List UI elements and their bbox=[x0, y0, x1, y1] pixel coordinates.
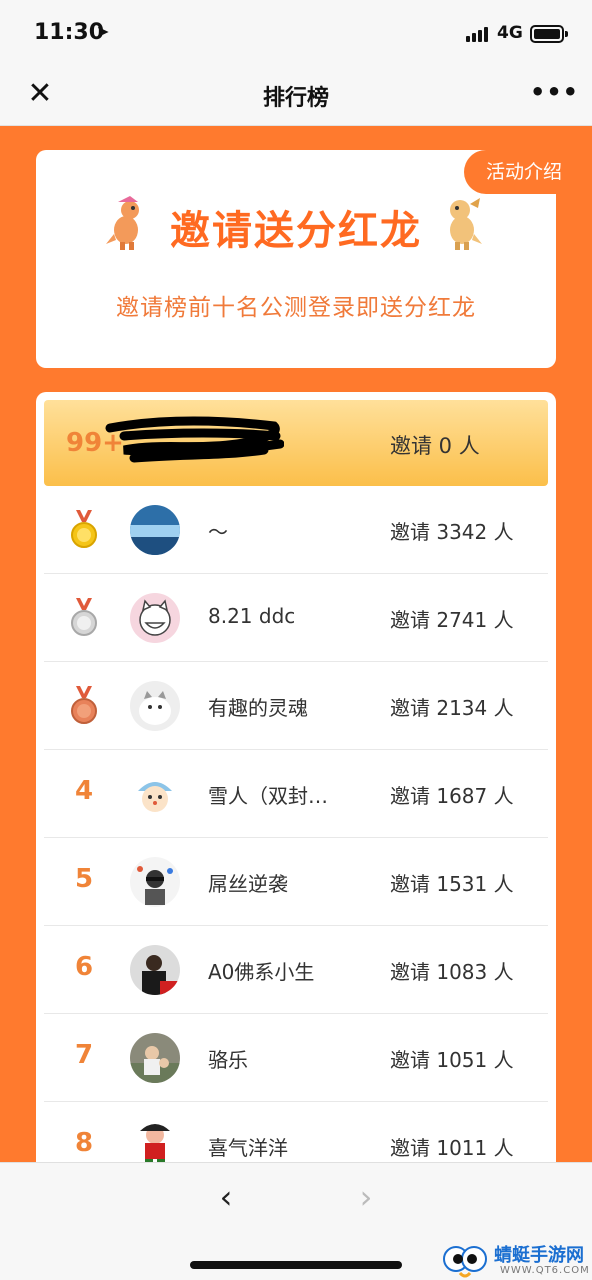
gold-medal-icon bbox=[71, 510, 97, 548]
user-name: 屌丝逆袭 bbox=[208, 872, 288, 896]
status-time: 11:30 bbox=[34, 20, 105, 45]
avatar bbox=[130, 593, 180, 643]
location-arrow-icon: ➤ bbox=[96, 22, 110, 41]
avatar bbox=[130, 505, 180, 555]
avatar bbox=[130, 945, 180, 995]
more-icon[interactable]: ••• bbox=[530, 78, 578, 110]
rank-number: 7 bbox=[74, 1040, 94, 1070]
avatar bbox=[130, 857, 180, 907]
signal-icon bbox=[466, 26, 492, 42]
battery-icon bbox=[530, 25, 568, 43]
page-title: 排行榜 bbox=[262, 86, 329, 111]
watermark-name: 蜻蜓手游网 bbox=[494, 1245, 584, 1266]
browser-toolbar: ‹ › 蜻蜓手游网 WWW.QT6.COM bbox=[0, 1162, 592, 1280]
rank-number: 4 bbox=[74, 776, 94, 806]
leaderboard-row[interactable]: 5 屌丝逆袭 邀请 1531 人 bbox=[44, 838, 548, 926]
invite-count: 邀请 1531 人 bbox=[390, 872, 514, 896]
leaderboard-row[interactable]: 8 喜气洋洋 邀请 1011 人 bbox=[44, 1102, 548, 1162]
avatar bbox=[130, 1121, 180, 1162]
my-invite-count: 邀请 0 人 bbox=[390, 434, 480, 458]
status-bar: 11:30 ➤ 4G bbox=[0, 0, 592, 64]
user-name: 骆乐 bbox=[208, 1048, 248, 1072]
user-name: ～ bbox=[208, 520, 228, 544]
rank-number: 8 bbox=[74, 1128, 94, 1158]
leaderboard: 99+ 邀请 0 人 ～ 邀请 3342 人 8.21 ddc 邀请 2741 … bbox=[36, 392, 556, 1162]
invite-count: 邀请 1051 人 bbox=[390, 1048, 514, 1072]
leaderboard-row[interactable]: 4 雪人（双封… 邀请 1687 人 bbox=[44, 750, 548, 838]
leaderboard-row[interactable]: 有趣的灵魂 邀请 2134 人 bbox=[44, 662, 548, 750]
user-name: 喜气洋洋 bbox=[208, 1136, 288, 1160]
silver-medal-icon bbox=[71, 598, 97, 636]
banner-subtitle: 邀请榜前十名公测登录即送分红龙 bbox=[116, 295, 476, 321]
invite-count: 邀请 2134 人 bbox=[390, 696, 514, 720]
leaderboard-row[interactable]: 7 骆乐 邀请 1051 人 bbox=[44, 1014, 548, 1102]
rank-number: 5 bbox=[74, 864, 94, 894]
home-indicator[interactable] bbox=[190, 1261, 402, 1269]
user-name: 雪人（双封… bbox=[208, 784, 328, 808]
avatar bbox=[130, 681, 180, 731]
rank-number: 6 bbox=[74, 952, 94, 982]
redacted-scribble bbox=[105, 416, 284, 463]
invite-count: 邀请 1687 人 bbox=[390, 784, 514, 808]
chevron-right-icon[interactable]: › bbox=[346, 1177, 386, 1217]
user-name: 8.21 ddc bbox=[208, 604, 296, 628]
leaderboard-row[interactable]: ～ 邀请 3342 人 bbox=[44, 486, 548, 574]
invite-count: 邀请 1083 人 bbox=[390, 960, 514, 984]
activity-intro-button[interactable]: 活动介绍 bbox=[464, 150, 592, 194]
user-name: A0佛系小生 bbox=[208, 960, 315, 984]
main-content: 邀请送分红龙 邀请榜前十名公测登录即送分红龙 活动介绍 99+ 邀请 0 人 ～… bbox=[0, 126, 592, 1162]
network-type: 4G bbox=[497, 23, 523, 43]
invite-count: 邀请 2741 人 bbox=[390, 608, 514, 632]
leaderboard-row[interactable]: 6 A0佛系小生 邀请 1083 人 bbox=[44, 926, 548, 1014]
dinosaur-icon bbox=[450, 198, 482, 250]
avatar bbox=[130, 769, 180, 819]
bronze-medal-icon bbox=[71, 686, 97, 724]
dragonfly-logo-icon bbox=[443, 1246, 487, 1278]
chevron-left-icon[interactable]: ‹ bbox=[206, 1177, 246, 1217]
my-rank-row: 99+ 邀请 0 人 bbox=[44, 400, 548, 486]
avatar bbox=[130, 1033, 180, 1083]
invite-count: 邀请 3342 人 bbox=[390, 520, 514, 544]
watermark-url: WWW.QT6.COM bbox=[500, 1265, 590, 1276]
invite-count: 邀请 1011 人 bbox=[390, 1136, 514, 1160]
leaderboard-row[interactable]: 8.21 ddc 邀请 2741 人 bbox=[44, 574, 548, 662]
nav-bar: ✕ 排行榜 ••• bbox=[0, 64, 592, 126]
user-name: 有趣的灵魂 bbox=[208, 696, 308, 720]
